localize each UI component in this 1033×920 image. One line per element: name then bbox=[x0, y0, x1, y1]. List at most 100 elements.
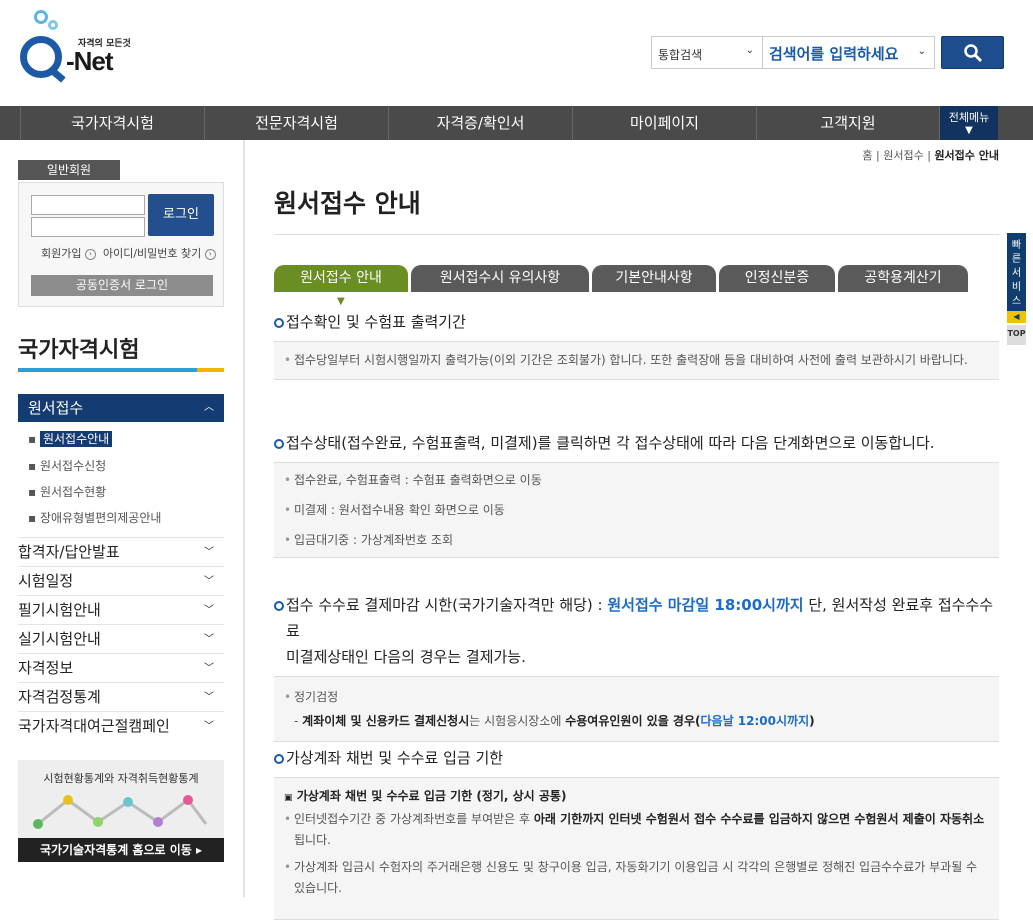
chevron-down-icon: ﹀ bbox=[204, 692, 214, 703]
chevron-down-icon: ﹀ bbox=[204, 634, 214, 645]
logo-q-mark bbox=[20, 36, 62, 78]
login-button[interactable]: 로그인 bbox=[148, 194, 214, 236]
section-title: 가상계좌 채번 및 수수료 입금 기한 bbox=[274, 745, 999, 771]
quick-service-panel[interactable]: 빠른서비스 ◀ bbox=[1007, 233, 1026, 323]
find-account-link[interactable]: 아이디/비밀번호 찾기 › bbox=[103, 247, 216, 260]
login-box: 일반회원 로그인 회원가입 › 아이디/비밀번호 찾기 › 공동인증서 로그인 bbox=[18, 160, 224, 307]
gnb-item[interactable]: 국가자격시험 bbox=[20, 106, 204, 140]
section-title: 접수 수수료 결제마감 시한(국가기술자격만 해당) : 원서접수 마감일 18… bbox=[274, 592, 999, 670]
tab-basic-info[interactable]: 기본안내사항 bbox=[592, 265, 716, 292]
qnet-logo[interactable]: 자격의 모든것 -Net bbox=[18, 8, 138, 88]
list-item: 접수당일부터 시험시행일까지 출력가능(이외 기간은 조회불가) 합니다. 또한… bbox=[284, 350, 989, 371]
member-type-label: 일반회원 bbox=[18, 160, 120, 180]
global-nav: 국가자격시험 전문자격시험 자격증/확인서 마이페이지 고객지원 전체메뉴 ▼ bbox=[0, 106, 1033, 140]
search-input[interactable]: 검색어를 입력하세요 ⌄ bbox=[763, 36, 935, 69]
sidebar-item[interactable]: 국가자격대여근절캠페인 ﹀ bbox=[18, 711, 224, 740]
section-body: 정기검정 - 계좌이체 및 신용카드 결제신청시는 시험응시장소에 수용여유인원… bbox=[274, 676, 999, 742]
top-button[interactable]: TOP bbox=[1007, 325, 1026, 345]
arrow-right-icon: › bbox=[204, 248, 216, 260]
list-item: 입금대기중 : 가상계좌번호 조회 bbox=[284, 525, 989, 555]
logo-text: -Net bbox=[66, 46, 114, 76]
cert-login-button[interactable]: 공동인증서 로그인 bbox=[31, 275, 213, 296]
breadcrumb: 홈 | 원서접수 | 원서접수 안내 bbox=[862, 149, 999, 162]
arrow-right-icon: ▸ bbox=[196, 843, 203, 857]
gnb-item[interactable]: 전문자격시험 bbox=[204, 106, 388, 140]
id-field[interactable] bbox=[31, 195, 145, 215]
sidebar-item[interactable]: 합격자/답안발표 ﹀ bbox=[18, 537, 224, 566]
section-body: 접수당일부터 시험시행일까지 출력가능(이외 기간은 조회불가) 합니다. 또한… bbox=[274, 341, 999, 380]
chevron-down-icon: ⌄ bbox=[745, 45, 754, 56]
section-print-period: 접수확인 및 수험표 출력기간 접수당일부터 시험시행일까지 출력가능(이외 기… bbox=[274, 309, 999, 380]
search-bar: 통합검색 ⌄ 검색어를 입력하세요 ⌄ bbox=[651, 36, 1004, 69]
list-subitem: - 계좌이체 및 신용카드 결제신청시는 시험응시장소에 수용여유인원이 있을 … bbox=[294, 714, 815, 728]
section-body: 접수완료, 수험표출력 : 수험표 출력화면으로 이동 미결제 : 원서접수내용… bbox=[274, 462, 999, 558]
chevron-left-icon: ◀ bbox=[1007, 311, 1026, 323]
bullet-icon: ▣ bbox=[284, 793, 293, 803]
sidebar-subitem-accessibility[interactable]: ▪ 장애유형별편의제공안내 bbox=[28, 509, 161, 526]
tab-application-guide[interactable]: 원서접수 안내 bbox=[274, 265, 408, 292]
quick-service-label: 빠른서비스 bbox=[1011, 240, 1022, 307]
section-title: 접수상태(접수완료, 수험표출력, 미결제)를 클릭하면 각 접수상태에 따라 … bbox=[274, 430, 999, 456]
stats-banner[interactable]: 시험현황통계와 자격취득현황통계 국가기술자격통계 홈으로 이동 ▸ bbox=[18, 760, 224, 862]
search-icon bbox=[963, 43, 982, 62]
list-item: 미결제 : 원서접수내용 확인 화면으로 이동 bbox=[284, 495, 989, 525]
login-form: 로그인 회원가입 › 아이디/비밀번호 찾기 › 공동인증서 로그인 bbox=[18, 182, 224, 307]
tab-precautions[interactable]: 원서접수시 유의사항 bbox=[411, 265, 589, 292]
chevron-down-icon: ﹀ bbox=[204, 547, 214, 558]
section-body: ▣ 가상계좌 채번 및 수수료 입금 기한 (정기, 상시 공통) 인터넷접수기… bbox=[274, 777, 999, 920]
tab-calculator[interactable]: 공학용계산기 bbox=[838, 265, 968, 292]
section-title: 접수확인 및 수험표 출력기간 bbox=[274, 309, 999, 335]
chevron-down-icon: ▼ bbox=[337, 296, 345, 307]
sidebar-item[interactable]: 자격검정통계 ﹀ bbox=[18, 682, 224, 711]
section-payment-deadline: 접수 수수료 결제마감 시한(국가기술자격만 해당) : 원서접수 마감일 18… bbox=[274, 592, 999, 742]
chevron-down-icon: ⌄ bbox=[917, 46, 926, 57]
tab-id-card[interactable]: 인정신분증 bbox=[719, 265, 835, 292]
header: 자격의 모든것 -Net 통합검색 ⌄ 검색어를 입력하세요 ⌄ bbox=[0, 0, 1033, 106]
page-title: 원서접수 안내 bbox=[274, 189, 421, 218]
stats-home-link[interactable]: 국가기술자격통계 홈으로 이동 ▸ bbox=[18, 838, 224, 862]
chart-graphic-icon bbox=[33, 795, 208, 829]
list-item: 접수완료, 수험표출력 : 수험표 출력화면으로 이동 bbox=[284, 465, 989, 495]
all-menu-button[interactable]: 전체메뉴 ▼ bbox=[940, 106, 998, 140]
chevron-down-icon: ﹀ bbox=[204, 605, 214, 616]
chevron-down-icon: ﹀ bbox=[204, 721, 214, 732]
sidebar-subitem-guide[interactable]: ▪ 원서접수안내 bbox=[28, 430, 113, 447]
sidebar-item[interactable]: 필기시험안내 ﹀ bbox=[18, 595, 224, 624]
sidebar-item[interactable]: 시험일정 ﹀ bbox=[18, 566, 224, 595]
gnb-item[interactable]: 마이페이지 bbox=[572, 106, 756, 140]
tab-bar: 원서접수 안내 원서접수시 유의사항 기본안내사항 인정신분증 공학용계산기 bbox=[274, 265, 999, 292]
list-item: 정기검정 bbox=[284, 685, 989, 709]
login-links: 회원가입 › 아이디/비밀번호 찾기 › bbox=[41, 245, 216, 261]
breadcrumb-parent[interactable]: 원서접수 bbox=[883, 149, 923, 162]
sidebar-subitem-status[interactable]: ▪ 원서접수현황 bbox=[28, 483, 106, 500]
sidebar-title: 국가자격시험 bbox=[18, 338, 140, 363]
chevron-down-icon: ▼ bbox=[965, 125, 973, 136]
logo-bubble bbox=[48, 20, 58, 30]
chevron-down-icon: ﹀ bbox=[204, 576, 214, 587]
gnb-item[interactable]: 고객지원 bbox=[756, 106, 940, 140]
logo-bubble bbox=[34, 10, 48, 24]
section-virtual-account: 가상계좌 채번 및 수수료 입금 기한 ▣ 가상계좌 채번 및 수수료 입금 기… bbox=[274, 745, 999, 920]
section-status: 접수상태(접수완료, 수험표출력, 미결제)를 클릭하면 각 접수상태에 따라 … bbox=[274, 430, 999, 558]
sidebar: 일반회원 로그인 회원가입 › 아이디/비밀번호 찾기 › 공동인증서 로그인 … bbox=[0, 140, 245, 897]
banner-title: 시험현황통계와 자격취득현황통계 bbox=[43, 772, 199, 785]
all-menu-label: 전체메뉴 bbox=[948, 111, 990, 124]
breadcrumb-home[interactable]: 홈 bbox=[862, 149, 872, 162]
list-item: 가상계좌 입금시 수험자의 주거래은행 신용도 및 창구이용 입금, 자동화기기… bbox=[284, 857, 989, 899]
join-link[interactable]: 회원가입 › bbox=[41, 247, 96, 260]
section-subtitle: ▣ 가상계좌 채번 및 수수료 입금 기한 (정기, 상시 공통) bbox=[284, 789, 567, 803]
divider bbox=[18, 368, 197, 372]
chevron-up-icon: ︿ bbox=[204, 402, 214, 413]
sidebar-item-application[interactable]: 원서접수 ︿ bbox=[18, 394, 224, 422]
chevron-down-icon: ﹀ bbox=[204, 663, 214, 674]
divider bbox=[274, 234, 999, 235]
search-button[interactable] bbox=[941, 36, 1004, 69]
sidebar-item[interactable]: 자격정보 ﹀ bbox=[18, 653, 224, 682]
password-field[interactable] bbox=[31, 217, 145, 237]
breadcrumb-current: 원서접수 안내 bbox=[934, 149, 999, 162]
sidebar-subitem-apply[interactable]: ▪ 원서접수신청 bbox=[28, 457, 106, 474]
gnb-item[interactable]: 자격증/확인서 bbox=[388, 106, 572, 140]
divider bbox=[197, 368, 224, 372]
search-scope-select[interactable]: 통합검색 ⌄ bbox=[651, 36, 763, 69]
sidebar-item[interactable]: 실기시험안내 ﹀ bbox=[18, 624, 224, 653]
